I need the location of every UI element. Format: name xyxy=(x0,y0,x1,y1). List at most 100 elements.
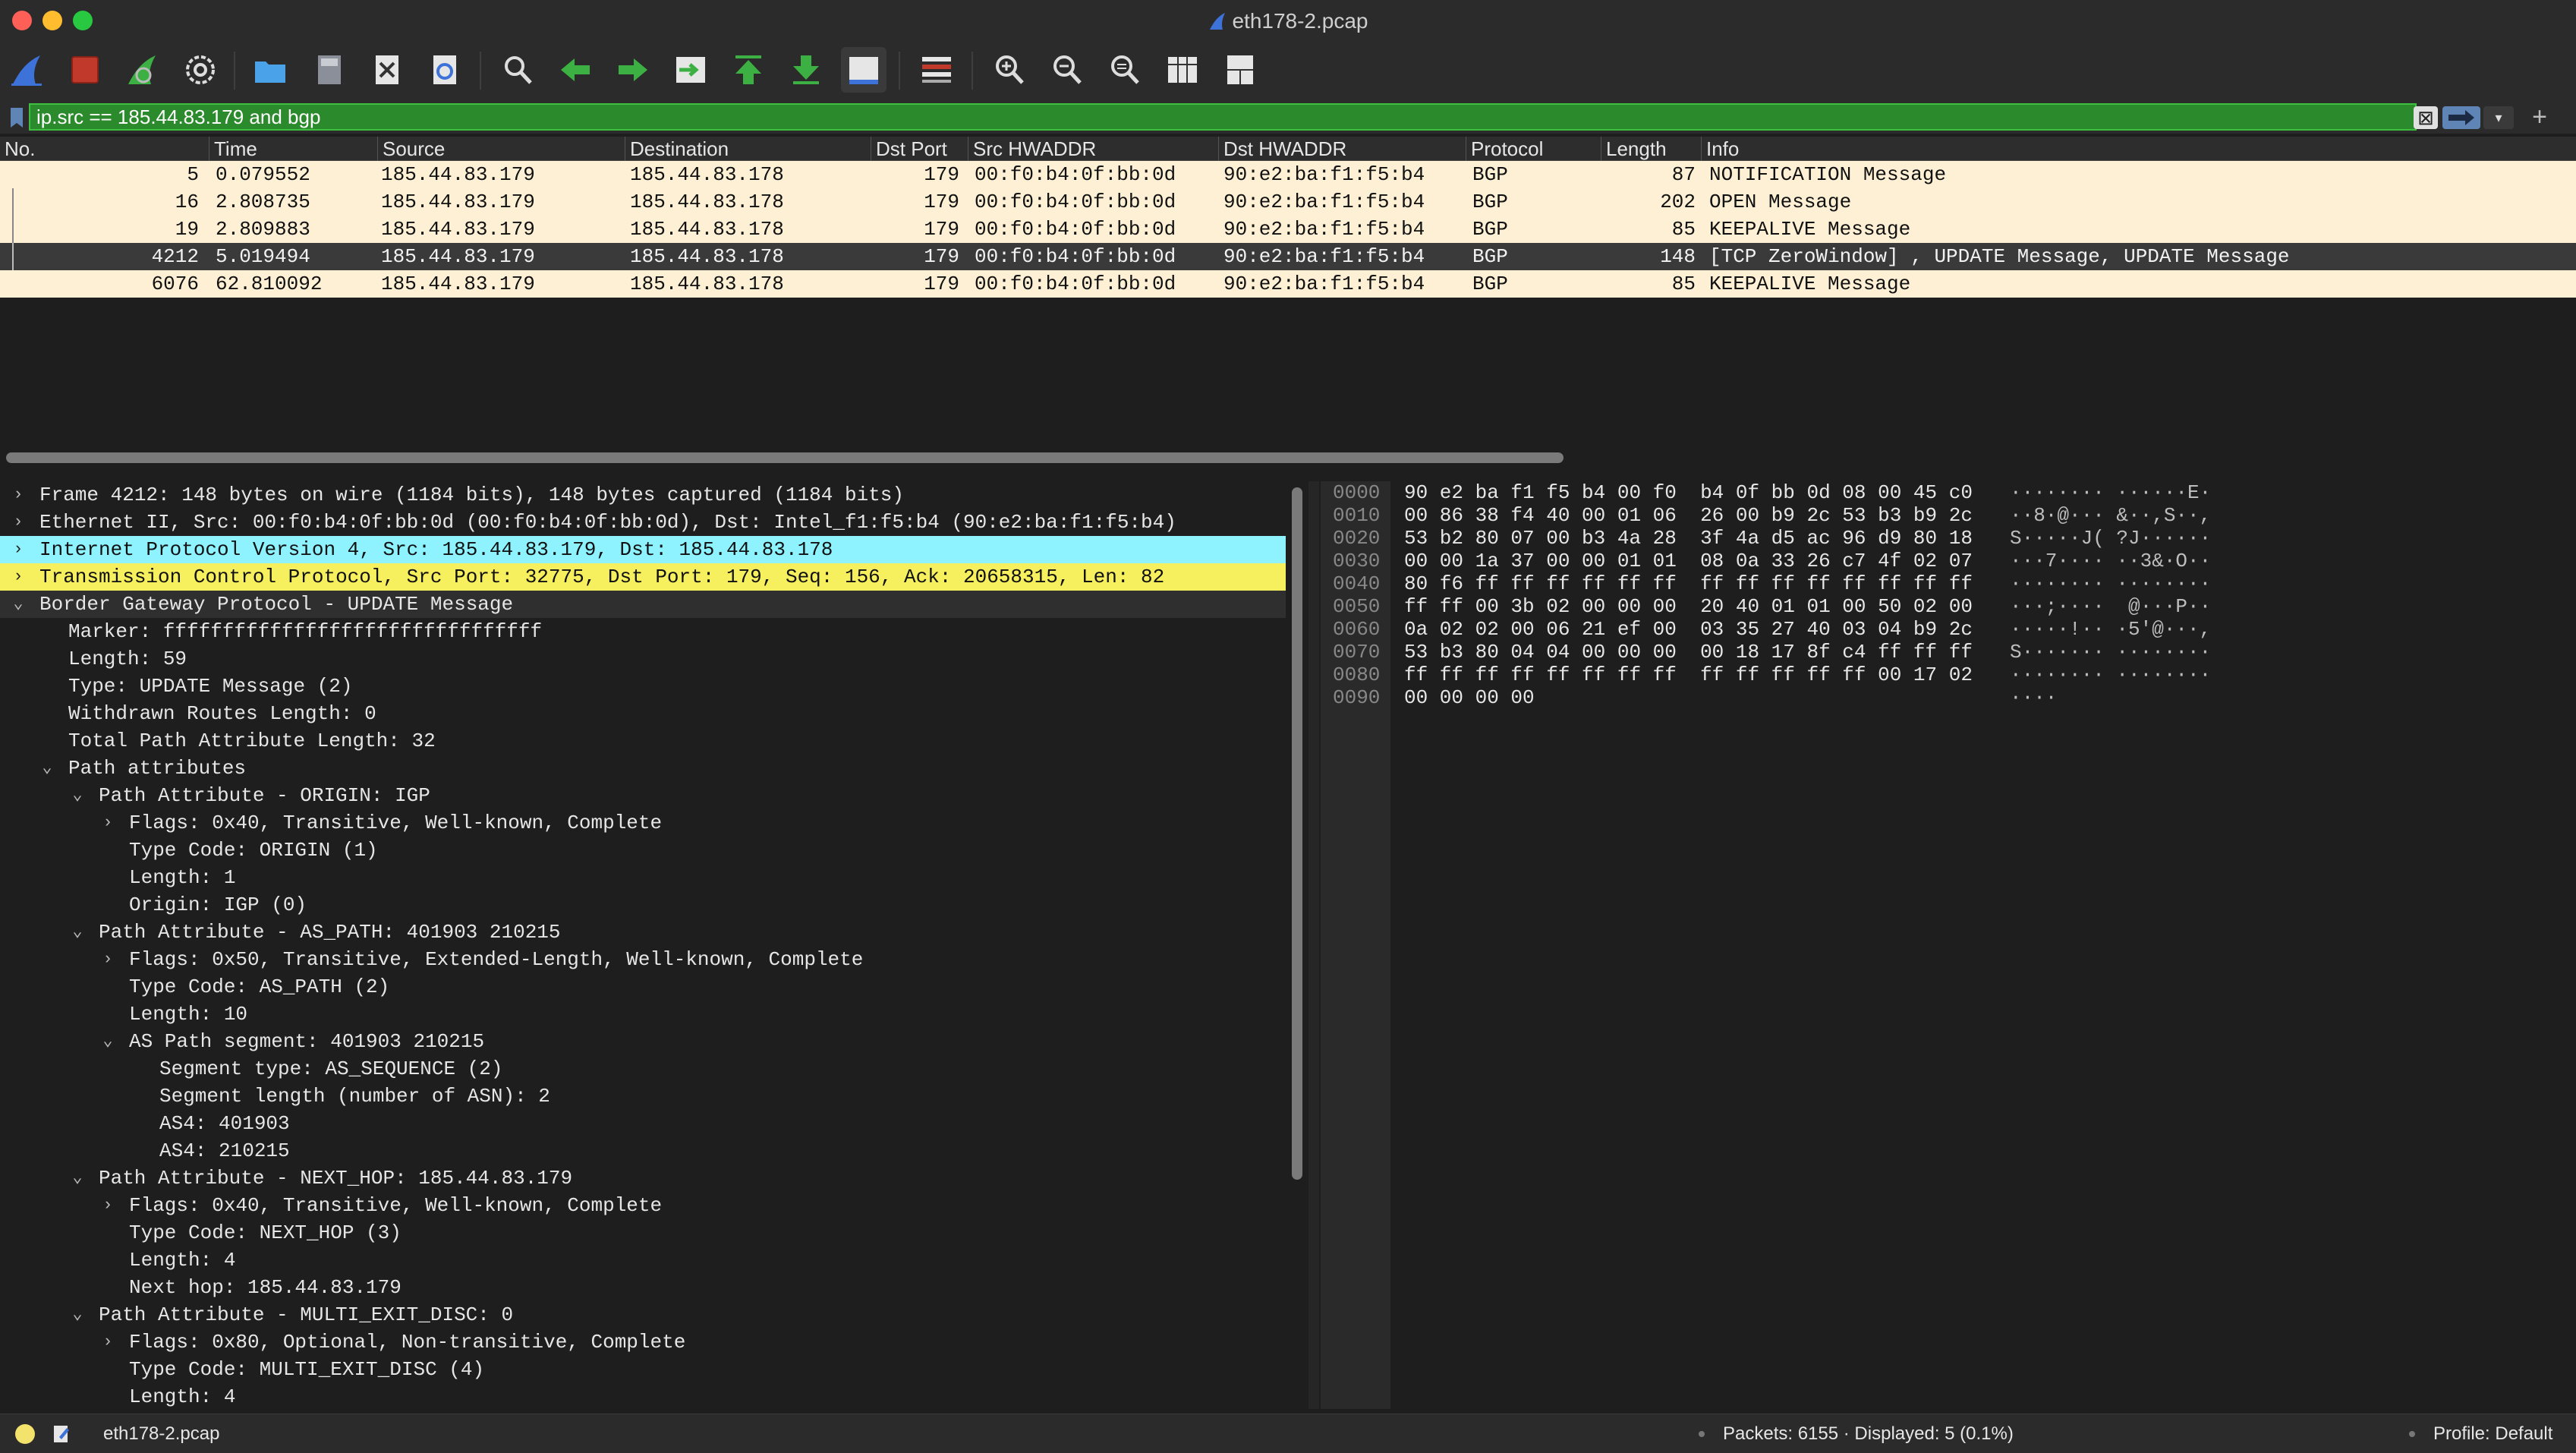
packet-row[interactable]: 19 2.809883 185.44.83.179 185.44.83.178 … xyxy=(0,216,2576,243)
column-header-length[interactable]: Length xyxy=(1601,137,1702,161)
close-file-icon[interactable] xyxy=(364,47,410,93)
chevron-right-icon[interactable]: › xyxy=(9,536,27,563)
restart-icon[interactable] xyxy=(120,47,165,93)
apply-filter-button[interactable] xyxy=(2442,106,2480,129)
tree-item-next-hop[interactable]: ⌄ Path Attribute - NEXT_HOP: 185.44.83.17… xyxy=(0,1165,1286,1192)
ascii-bytes[interactable]: ········ ········ xyxy=(2010,663,2211,686)
last-packet-icon[interactable] xyxy=(783,47,829,93)
tree-item-as-path-segment[interactable]: ⌄ AS Path segment: 401903 210215 xyxy=(0,1028,1286,1055)
packet-list-horizontal-scrollbar[interactable] xyxy=(6,452,1564,463)
tree-item[interactable]: Segment type: AS_SEQUENCE (2) xyxy=(0,1055,1286,1083)
tree-item[interactable]: Length: 10 xyxy=(0,1001,1286,1028)
column-header-source[interactable]: Source xyxy=(378,137,625,161)
chevron-down-icon[interactable]: ⌄ xyxy=(9,591,27,618)
reload-icon[interactable] xyxy=(422,47,468,93)
open-folder-icon[interactable] xyxy=(247,47,293,93)
first-packet-icon[interactable] xyxy=(726,47,771,93)
ascii-bytes[interactable]: ···· xyxy=(2010,686,2057,709)
resize-columns-icon[interactable] xyxy=(1160,47,1205,93)
ascii-bytes[interactable]: S······· ········ xyxy=(2010,641,2211,663)
save-file-icon[interactable] xyxy=(307,47,352,93)
status-profile[interactable]: Profile: Default xyxy=(2433,1423,2552,1445)
chevron-down-icon[interactable]: ⌄ xyxy=(68,919,87,946)
hex-bytes[interactable]: 00 00 00 00 xyxy=(1404,686,1535,709)
tree-item[interactable]: Type Code: ORIGIN (1) xyxy=(0,837,1286,864)
column-header-destination[interactable]: Destination xyxy=(625,137,871,161)
tree-item[interactable]: Type Code: MULTI_EXIT_DISC (4) xyxy=(0,1356,1286,1383)
tree-item-ethernet[interactable]: › Ethernet II, Src: 00:f0:b4:0f:bb:0d (00… xyxy=(0,509,1286,536)
tree-item[interactable]: Origin: IGP (0) xyxy=(0,891,1286,919)
column-header-dst-port[interactable]: Dst Port xyxy=(871,137,968,161)
ascii-bytes[interactable]: ··8·@··· &··,S··, xyxy=(2010,504,2211,527)
hex-bytes[interactable]: 90 e2 ba f1 f5 b4 00 f0 b4 0f bb 0d 08 0… xyxy=(1404,481,1973,504)
tree-item-ipv4[interactable]: › Internet Protocol Version 4, Src: 185.4… xyxy=(0,536,1286,563)
details-vertical-scrollbar[interactable] xyxy=(1292,487,1302,1180)
hex-bytes[interactable]: 0a 02 02 00 06 21 ef 00 03 35 27 40 03 0… xyxy=(1404,618,1973,641)
column-header-time[interactable]: Time xyxy=(209,137,378,161)
filter-history-dropdown[interactable]: ▾ xyxy=(2483,106,2514,129)
ascii-bytes[interactable]: S·····J( ?J······ xyxy=(2010,527,2211,550)
chevron-right-icon[interactable]: › xyxy=(99,1329,117,1356)
tree-item-tcp[interactable]: › Transmission Control Protocol, Src Port… xyxy=(0,563,1286,591)
chevron-down-icon[interactable]: ⌄ xyxy=(68,782,87,809)
column-header-info[interactable]: Info xyxy=(1702,137,2576,161)
chevron-right-icon[interactable]: › xyxy=(99,946,117,973)
add-filter-button[interactable]: + xyxy=(2524,103,2555,131)
tree-item[interactable]: Marker: ffffffffffffffffffffffffffffffff xyxy=(0,618,1286,645)
chevron-right-icon[interactable]: › xyxy=(99,809,117,837)
options-gear-icon[interactable] xyxy=(178,47,223,93)
bookmark-icon[interactable] xyxy=(6,105,27,131)
hex-bytes[interactable]: 53 b2 80 07 00 b3 4a 28 3f 4a d5 ac 96 d… xyxy=(1404,527,1973,550)
pane-splitter[interactable] xyxy=(1308,481,1319,1409)
ascii-bytes[interactable]: ···7···· ··3&·O·· xyxy=(2010,550,2211,572)
tree-item[interactable]: AS4: 210215 xyxy=(0,1137,1286,1165)
hex-bytes[interactable]: 80 f6 ff ff ff ff ff ff ff ff ff ff ff f… xyxy=(1404,572,1973,595)
chevron-down-icon[interactable]: ⌄ xyxy=(99,1028,117,1055)
chevron-right-icon[interactable]: › xyxy=(9,509,27,536)
chevron-down-icon[interactable]: ⌄ xyxy=(68,1301,87,1329)
tree-item-flags[interactable]: › Flags: 0x50, Transitive, Extended-Lengt… xyxy=(0,946,1286,973)
ascii-bytes[interactable]: ···;···· @···P·· xyxy=(2010,595,2211,618)
chevron-down-icon[interactable]: ⌄ xyxy=(38,755,56,782)
chevron-right-icon[interactable]: › xyxy=(9,481,27,509)
capture-comment-icon[interactable] xyxy=(52,1423,71,1445)
expert-info-indicator[interactable] xyxy=(15,1424,35,1444)
chevron-right-icon[interactable]: › xyxy=(9,563,27,591)
tree-item-origin[interactable]: ⌄ Path Attribute - ORIGIN: IGP xyxy=(0,782,1286,809)
tree-item[interactable]: Type: UPDATE Message (2) xyxy=(0,673,1286,700)
packet-row[interactable]: 6076 62.810092 185.44.83.179 185.44.83.1… xyxy=(0,270,2576,298)
tree-item[interactable]: Type Code: AS_PATH (2) xyxy=(0,973,1286,1001)
chevron-right-icon[interactable]: › xyxy=(99,1192,117,1219)
tree-item-flags[interactable]: › Flags: 0x80, Optional, Non-transitive, … xyxy=(0,1329,1286,1356)
tree-item-path-attributes[interactable]: ⌄ Path attributes xyxy=(0,755,1286,782)
tree-item-flags[interactable]: › Flags: 0x40, Transitive, Well-known, Co… xyxy=(0,1192,1286,1219)
shark-start-icon[interactable] xyxy=(5,47,50,93)
hex-bytes[interactable]: 00 00 1a 37 00 00 01 01 08 0a 33 26 c7 4… xyxy=(1404,550,1973,572)
column-header-protocol[interactable]: Protocol xyxy=(1466,137,1601,161)
hex-bytes[interactable]: 53 b3 80 04 04 00 00 00 00 18 17 8f c4 f… xyxy=(1404,641,1973,663)
find-icon[interactable] xyxy=(495,47,540,93)
zoom-normal-icon[interactable] xyxy=(1102,47,1148,93)
hex-bytes[interactable]: ff ff 00 3b 02 00 00 00 20 40 01 01 00 5… xyxy=(1404,595,1973,618)
tree-item-flags[interactable]: › Flags: 0x40, Transitive, Well-known, Co… xyxy=(0,809,1286,837)
zoom-in-icon[interactable] xyxy=(987,47,1032,93)
tree-item[interactable]: Length: 4 xyxy=(0,1247,1286,1274)
stop-icon[interactable] xyxy=(62,47,108,93)
autoscroll-icon[interactable] xyxy=(841,47,886,93)
tree-item-frame[interactable]: › Frame 4212: 148 bytes on wire (1184 bit… xyxy=(0,481,1286,509)
tree-item-multi-exit-disc[interactable]: ⌄ Path Attribute - MULTI_EXIT_DISC: 0 xyxy=(0,1301,1286,1329)
tree-item[interactable]: Segment length (number of ASN): 2 xyxy=(0,1083,1286,1110)
tree-item[interactable]: Length: 4 xyxy=(0,1383,1286,1410)
goto-packet-icon[interactable] xyxy=(668,47,713,93)
column-header-src-hwaddr[interactable]: Src HWADDR xyxy=(968,137,1219,161)
display-filter-input[interactable]: ip.src == 185.44.83.179 and bgp xyxy=(29,103,2417,131)
column-header-no[interactable]: No. xyxy=(0,137,209,161)
column-header-dst-hwaddr[interactable]: Dst HWADDR xyxy=(1219,137,1466,161)
layout-icon[interactable] xyxy=(1217,47,1263,93)
colorize-icon[interactable] xyxy=(914,47,959,93)
back-arrow-icon[interactable] xyxy=(553,47,598,93)
ascii-bytes[interactable]: ········ ········ xyxy=(2010,572,2211,595)
tree-item[interactable]: AS4: 401903 xyxy=(0,1110,1286,1137)
chevron-down-icon[interactable]: ⌄ xyxy=(68,1165,87,1192)
tree-item-as-path[interactable]: ⌄ Path Attribute - AS_PATH: 401903 210215 xyxy=(0,919,1286,946)
